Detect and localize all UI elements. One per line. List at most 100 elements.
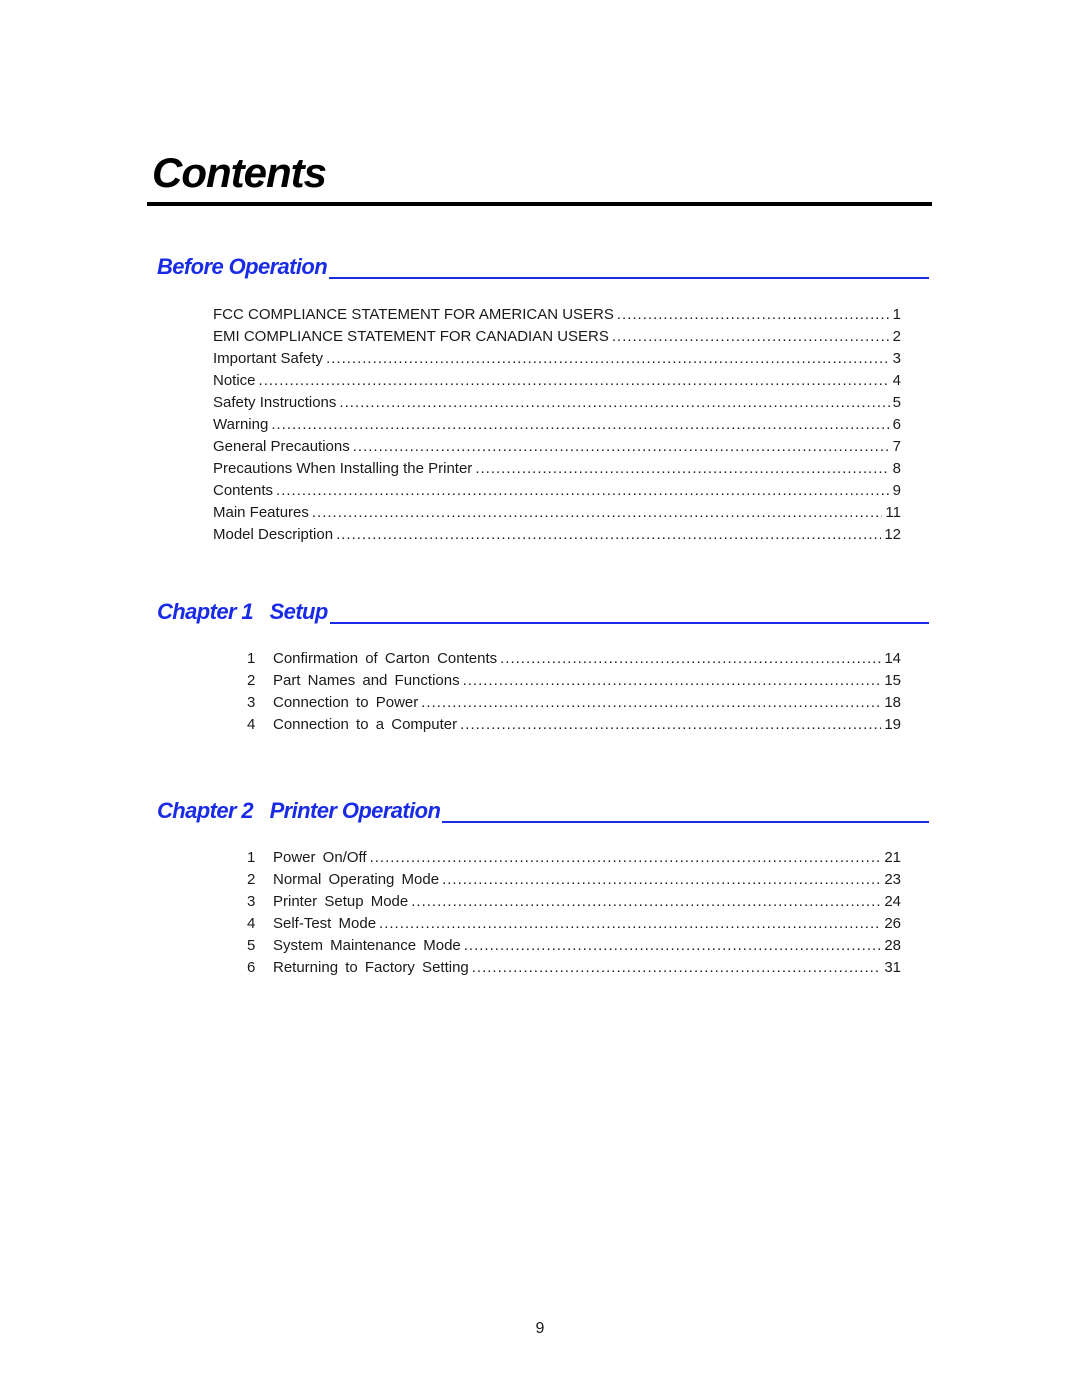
toc-leader-dots [339, 392, 889, 414]
toc-entry-page: 24 [884, 893, 901, 910]
toc-entry-title: Self-Test Mode [273, 915, 377, 932]
toc-entry[interactable]: General Precautions 7 [213, 436, 901, 458]
toc-entry[interactable]: 5 System Maintenance Mode 28 [247, 935, 901, 957]
toc-entry[interactable]: 3 Connection to Power 18 [247, 692, 901, 714]
page-title: Contents [152, 149, 327, 196]
toc-entry[interactable]: Main Features 11 [213, 502, 901, 524]
toc-entry-title: Contents [213, 482, 274, 499]
toc-entry-title: Confirmation of Carton Contents [273, 650, 498, 667]
toc-entry[interactable]: 3 Printer Setup Mode 24 [247, 891, 901, 913]
toc-entry[interactable]: EMI COMPLIANCE STATEMENT FOR CANADIAN US… [213, 326, 901, 348]
toc-entry-title: Normal Operating Mode [273, 871, 440, 888]
toc-entry[interactable]: 4 Connection to a Computer 19 [247, 714, 901, 736]
toc-entry-title: Model Description [213, 526, 334, 543]
toc-leader-dots [411, 891, 881, 913]
title-rule [147, 202, 932, 206]
toc-entry-number: 2 [247, 672, 256, 689]
section-heading-chapter-1: Chapter 1 Setup [157, 599, 929, 624]
toc-entry[interactable]: Warning 6 [213, 414, 901, 436]
toc-leader-dots [379, 913, 881, 935]
section-heading-label: Chapter 1 Setup [157, 599, 328, 624]
toc-entry[interactable]: Model Description 12 [213, 524, 901, 546]
toc-entry[interactable]: 1 Power On/Off 21 [247, 847, 901, 869]
toc-leader-dots [612, 326, 890, 348]
heading-underline [329, 277, 929, 279]
toc-list-chapter-1: 1 Confirmation of Carton Contents 14 2 Part … [247, 648, 901, 736]
toc-entry-title: Important Safety [213, 350, 324, 367]
toc-entry-number: 2 [247, 871, 256, 888]
toc-leader-dots [421, 692, 881, 714]
toc-entry-title: Returning to Factory Setting [273, 959, 469, 976]
toc-entry[interactable]: 4 Self-Test Mode 26 [247, 913, 901, 935]
toc-leader-dots [312, 502, 883, 524]
toc-leader-dots [353, 436, 890, 458]
toc-entry-number: 3 [247, 893, 256, 910]
toc-entry-title: General Precautions [213, 438, 350, 455]
toc-entry-title: Connection to Power [273, 694, 419, 711]
toc-leader-dots [460, 714, 881, 736]
toc-entry[interactable]: 6 Returning to Factory Setting 31 [247, 957, 901, 979]
toc-entry-page: 19 [884, 716, 901, 733]
section-heading-label: Before Operation [157, 254, 328, 279]
toc-entry[interactable]: FCC COMPLIANCE STATEMENT FOR AMERICAN US… [213, 304, 901, 326]
toc-entry-page: 26 [884, 915, 901, 932]
toc-leader-dots [259, 370, 890, 392]
toc-entry-page: 18 [884, 694, 901, 711]
toc-entry-title: Precautions When Installing the Printer [213, 460, 473, 477]
toc-entry-page: 12 [884, 526, 901, 543]
heading-underline [442, 821, 929, 823]
toc-entry-page: 4 [892, 372, 901, 389]
section-heading-chapter-2: Chapter 2 Printer Operation [157, 798, 929, 823]
toc-entry-number: 3 [247, 694, 256, 711]
section-heading-before-operation: Before Operation [157, 254, 929, 279]
toc-entry-page: 23 [884, 871, 901, 888]
toc-leader-dots [617, 304, 890, 326]
toc-entry-title: Notice [213, 372, 256, 389]
toc-list-chapter-2: 1 Power On/Off 21 2 Normal Operating Mode 23 3… [247, 847, 901, 979]
toc-leader-dots [472, 957, 882, 979]
toc-entry-page: 14 [884, 650, 901, 667]
toc-leader-dots [463, 670, 882, 692]
toc-entry-page: 11 [885, 504, 901, 521]
toc-entry-number: 4 [247, 716, 256, 733]
toc-entry-page: 15 [884, 672, 901, 689]
toc-leader-dots [276, 480, 890, 502]
toc-entry-title: Warning [213, 416, 269, 433]
toc-entry-number: 5 [247, 937, 256, 954]
section-heading-label: Chapter 2 Printer Operation [157, 798, 441, 823]
toc-leader-dots [442, 869, 881, 891]
toc-entry-title: System Maintenance Mode [273, 937, 461, 954]
toc-entry[interactable]: Precautions When Installing the Printer 8 [213, 458, 901, 480]
toc-entry-title: Main Features [213, 504, 309, 521]
toc-entry-title: Printer Setup Mode [273, 893, 409, 910]
toc-leader-dots [370, 847, 882, 869]
toc-entry-page: 8 [892, 460, 901, 477]
toc-leader-dots [326, 348, 890, 370]
toc-entry-number: 1 [247, 849, 256, 866]
toc-entry-page: 2 [892, 328, 901, 345]
toc-entry[interactable]: Contents 9 [213, 480, 901, 502]
toc-entry-page: 5 [892, 394, 901, 411]
toc-entry[interactable]: 2 Normal Operating Mode 23 [247, 869, 901, 891]
toc-entry-title: Part Names and Functions [273, 672, 460, 689]
toc-entry-page: 7 [892, 438, 901, 455]
toc-entry-title: FCC COMPLIANCE STATEMENT FOR AMERICAN US… [213, 306, 614, 323]
toc-entry-page: 6 [892, 416, 901, 433]
toc-entry[interactable]: 1 Confirmation of Carton Contents 14 [247, 648, 901, 670]
toc-leader-dots [336, 524, 881, 546]
toc-entry-page: 9 [892, 482, 901, 499]
toc-entry-number: 6 [247, 959, 256, 976]
toc-entry[interactable]: 2 Part Names and Functions 15 [247, 670, 901, 692]
toc-entry-page: 3 [892, 350, 901, 367]
toc-entry-page: 31 [884, 959, 901, 976]
toc-entry-page: 21 [884, 849, 901, 866]
toc-entry-title: EMI COMPLIANCE STATEMENT FOR CANADIAN US… [213, 328, 609, 345]
toc-entry-page: 1 [892, 306, 901, 323]
toc-entry[interactable]: Important Safety 3 [213, 348, 901, 370]
toc-entry[interactable]: Safety Instructions 5 [213, 392, 901, 414]
toc-entry[interactable]: Notice 4 [213, 370, 901, 392]
toc-entry-title: Safety Instructions [213, 394, 337, 411]
toc-entry-number: 1 [247, 650, 256, 667]
toc-leader-dots [475, 458, 889, 480]
toc-leader-dots [271, 414, 889, 436]
